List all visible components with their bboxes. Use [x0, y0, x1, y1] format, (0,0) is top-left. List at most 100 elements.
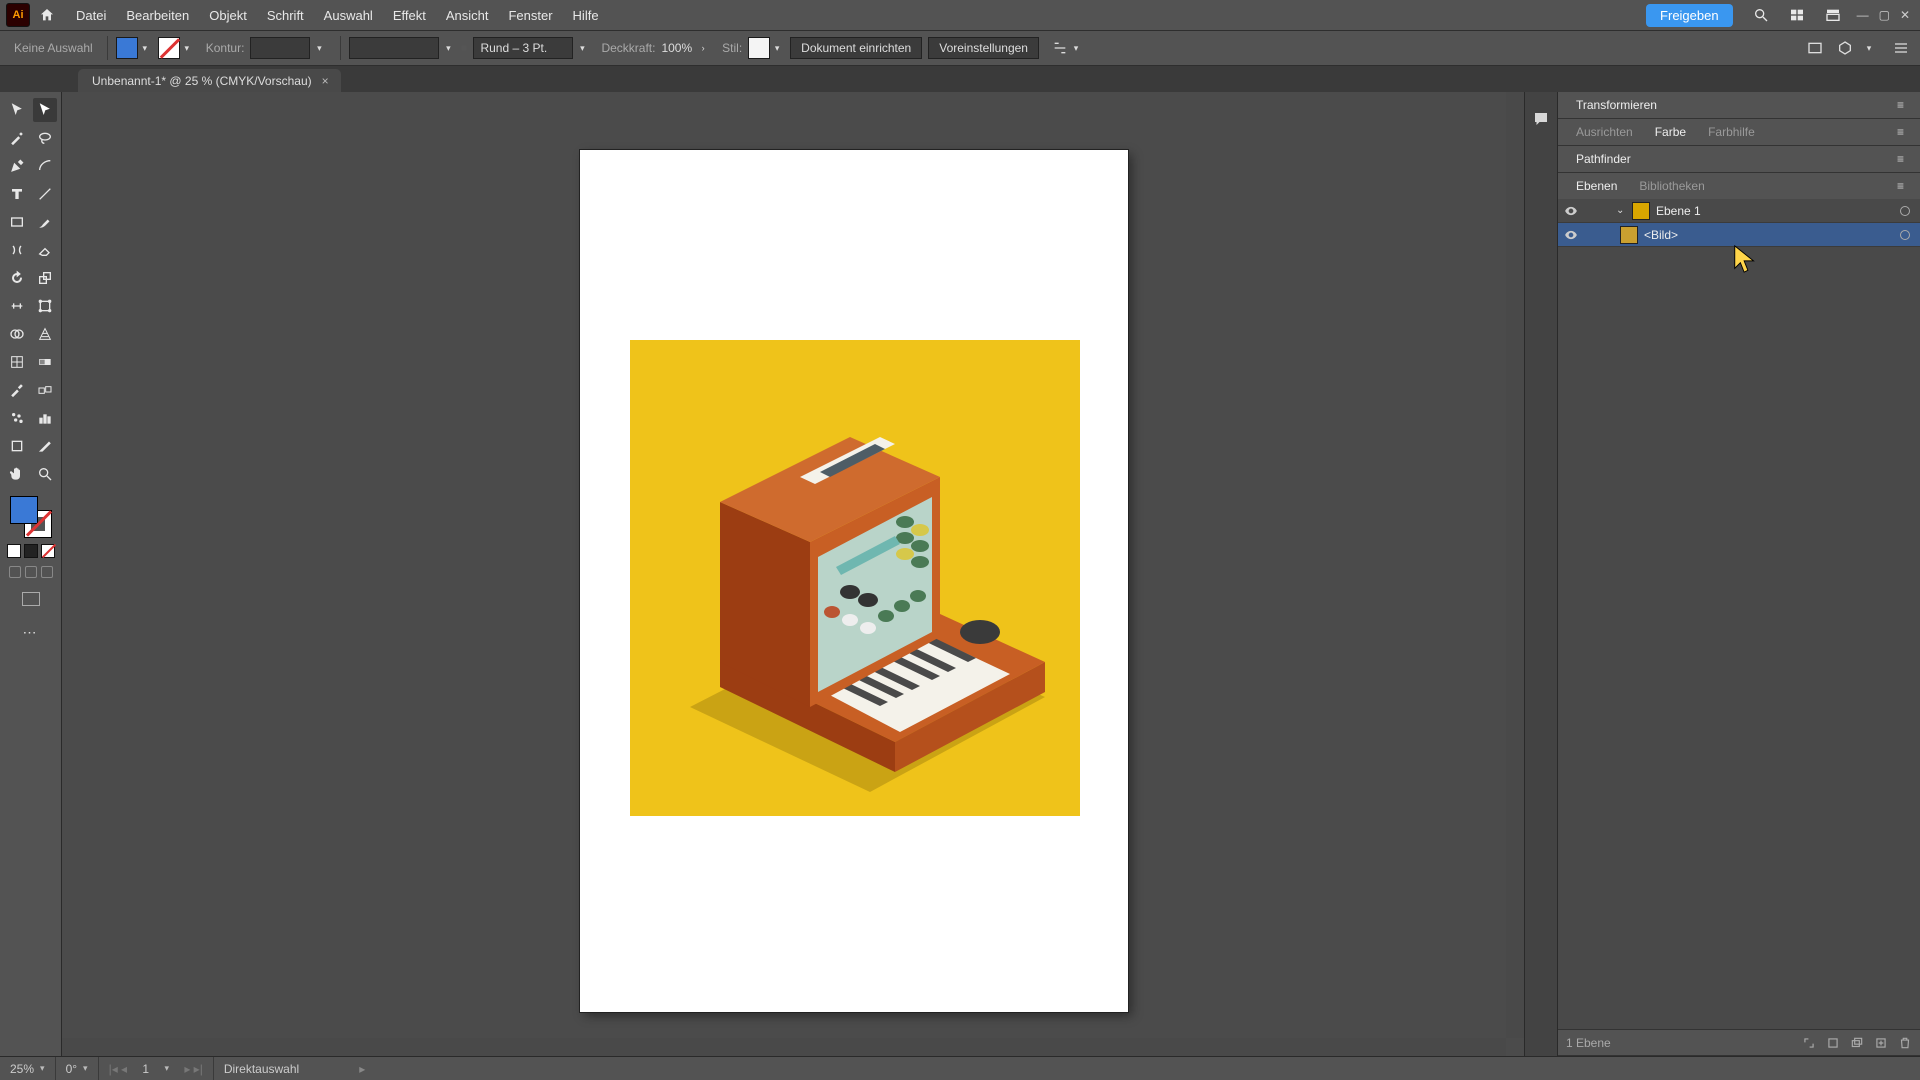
column-graph-tool[interactable]: [33, 406, 57, 430]
gpu-preview-icon[interactable]: [1804, 37, 1826, 59]
blend-tool[interactable]: [33, 378, 57, 402]
home-button[interactable]: [36, 4, 58, 26]
slice-tool[interactable]: [33, 434, 57, 458]
new-sublayer-icon[interactable]: [1850, 1036, 1864, 1050]
align-anchor-icon[interactable]: [1049, 37, 1071, 59]
layer-name[interactable]: Ebene 1: [1656, 204, 1900, 218]
vertical-scrollbar[interactable]: [1506, 92, 1524, 1038]
menu-fenster[interactable]: Fenster: [500, 4, 560, 27]
artboard-nav[interactable]: |◂ ◂ 1 ▾ ▸ ▸|: [99, 1057, 214, 1080]
canvas-area[interactable]: [62, 92, 1524, 1056]
menu-schrift[interactable]: Schrift: [259, 4, 312, 27]
vsp-field[interactable]: [349, 37, 439, 59]
menu-effekt[interactable]: Effekt: [385, 4, 434, 27]
panel-menu-pathfinder[interactable]: ≡: [1887, 148, 1914, 170]
draw-behind[interactable]: [25, 566, 37, 578]
make-clipmask-icon[interactable]: [1826, 1036, 1840, 1050]
document-setup-button[interactable]: Dokument einrichten: [790, 37, 922, 59]
magic-wand-tool[interactable]: [5, 126, 29, 150]
document-tab-close[interactable]: ×: [322, 74, 329, 88]
pen-tool[interactable]: [5, 154, 29, 178]
tab-transformieren[interactable]: Transformieren: [1566, 94, 1667, 116]
tab-ebenen[interactable]: Ebenen: [1566, 175, 1627, 197]
menu-objekt[interactable]: Objekt: [201, 4, 255, 27]
line-tool[interactable]: [33, 182, 57, 206]
menu-datei[interactable]: Datei: [68, 4, 114, 27]
edit-toolbar[interactable]: ⋯: [23, 624, 39, 641]
menu-ansicht[interactable]: Ansicht: [438, 4, 497, 27]
rotate-field[interactable]: 0°▾: [56, 1057, 99, 1080]
status-play-icon[interactable]: ▸: [349, 1057, 375, 1080]
shape-builder-tool[interactable]: [5, 322, 29, 346]
rectangle-tool[interactable]: [5, 210, 29, 234]
fill-color-box[interactable]: [10, 496, 38, 524]
stroke-weight-dropdown[interactable]: ▾: [314, 37, 324, 59]
menu-auswahl[interactable]: Auswahl: [316, 4, 381, 27]
stroke-swatch[interactable]: [158, 37, 180, 59]
style-swatch[interactable]: [748, 37, 770, 59]
window-maximize[interactable]: ▢: [1879, 8, 1890, 22]
menu-hilfe[interactable]: Hilfe: [565, 4, 607, 27]
target-ring-sub[interactable]: [1900, 230, 1910, 240]
layer-row-bild[interactable]: <Bild>: [1558, 223, 1920, 247]
free-transform-tool[interactable]: [33, 294, 57, 318]
align-anchor-dropdown[interactable]: ▾: [1071, 37, 1081, 59]
color-mode-gradient[interactable]: [24, 544, 38, 558]
panel-menu-color[interactable]: ≡: [1887, 121, 1914, 143]
paintbrush-tool[interactable]: [33, 210, 57, 234]
placed-image[interactable]: [630, 340, 1080, 816]
search-button[interactable]: [1749, 3, 1773, 27]
brush-dropdown[interactable]: ▾: [577, 37, 587, 59]
selection-tool[interactable]: [5, 98, 29, 122]
tab-pathfinder[interactable]: Pathfinder: [1566, 148, 1641, 170]
delete-layer-icon[interactable]: [1898, 1036, 1912, 1050]
tab-ausrichten[interactable]: Ausrichten: [1566, 121, 1643, 143]
draw-normal[interactable]: [9, 566, 21, 578]
draw-inside[interactable]: [41, 566, 53, 578]
panel-menu-icon[interactable]: [1890, 37, 1912, 59]
fill-swatch[interactable]: [116, 37, 138, 59]
symbol-sprayer-tool[interactable]: [5, 406, 29, 430]
comments-icon[interactable]: [1532, 110, 1550, 1056]
width-tool[interactable]: [5, 294, 29, 318]
scale-tool[interactable]: [33, 266, 57, 290]
brush-field[interactable]: Rund – 3 Pt.: [473, 37, 573, 59]
opacity-dropdown[interactable]: ›: [698, 37, 708, 59]
visibility-toggle-sub[interactable]: [1564, 228, 1578, 242]
preferences-button[interactable]: Voreinstellungen: [928, 37, 1039, 59]
hand-tool[interactable]: [5, 462, 29, 486]
tab-farbhilfe[interactable]: Farbhilfe: [1698, 121, 1765, 143]
locate-object-icon[interactable]: [1802, 1036, 1816, 1050]
fill-dropdown[interactable]: ▾: [140, 37, 150, 59]
tab-bibliotheken[interactable]: Bibliotheken: [1629, 175, 1714, 197]
color-mode-color[interactable]: [7, 544, 21, 558]
zoom-tool[interactable]: [33, 462, 57, 486]
iso-dropdown[interactable]: ▾: [1864, 37, 1874, 59]
eraser-tool[interactable]: [33, 238, 57, 262]
share-button[interactable]: Freigeben: [1646, 4, 1733, 27]
menu-bearbeiten[interactable]: Bearbeiten: [118, 4, 197, 27]
new-layer-icon[interactable]: [1874, 1036, 1888, 1050]
lasso-tool[interactable]: [33, 126, 57, 150]
vsp-dropdown[interactable]: ▾: [443, 37, 453, 59]
window-minimize[interactable]: —: [1857, 8, 1869, 22]
panel-menu-transform[interactable]: ≡: [1887, 94, 1914, 116]
target-ring[interactable]: [1900, 206, 1910, 216]
mesh-tool[interactable]: [5, 350, 29, 374]
perspective-grid-tool[interactable]: [33, 322, 57, 346]
zoom-field[interactable]: 25%▾: [0, 1057, 56, 1080]
artboard[interactable]: [580, 150, 1128, 1012]
shaper-tool[interactable]: [5, 238, 29, 262]
curvature-tool[interactable]: [33, 154, 57, 178]
isometric-icon[interactable]: [1834, 37, 1856, 59]
artboard-tool[interactable]: [5, 434, 29, 458]
sublayer-name[interactable]: <Bild>: [1644, 228, 1900, 242]
tab-farbe[interactable]: Farbe: [1645, 121, 1696, 143]
eyedropper-tool[interactable]: [5, 378, 29, 402]
panel-menu-layers[interactable]: ≡: [1887, 175, 1914, 197]
arrange-button[interactable]: [1821, 3, 1845, 27]
visibility-toggle[interactable]: [1564, 204, 1578, 218]
horizontal-scrollbar[interactable]: [62, 1038, 1506, 1056]
rotate-tool[interactable]: [5, 266, 29, 290]
expand-toggle[interactable]: ⌄: [1616, 205, 1628, 216]
